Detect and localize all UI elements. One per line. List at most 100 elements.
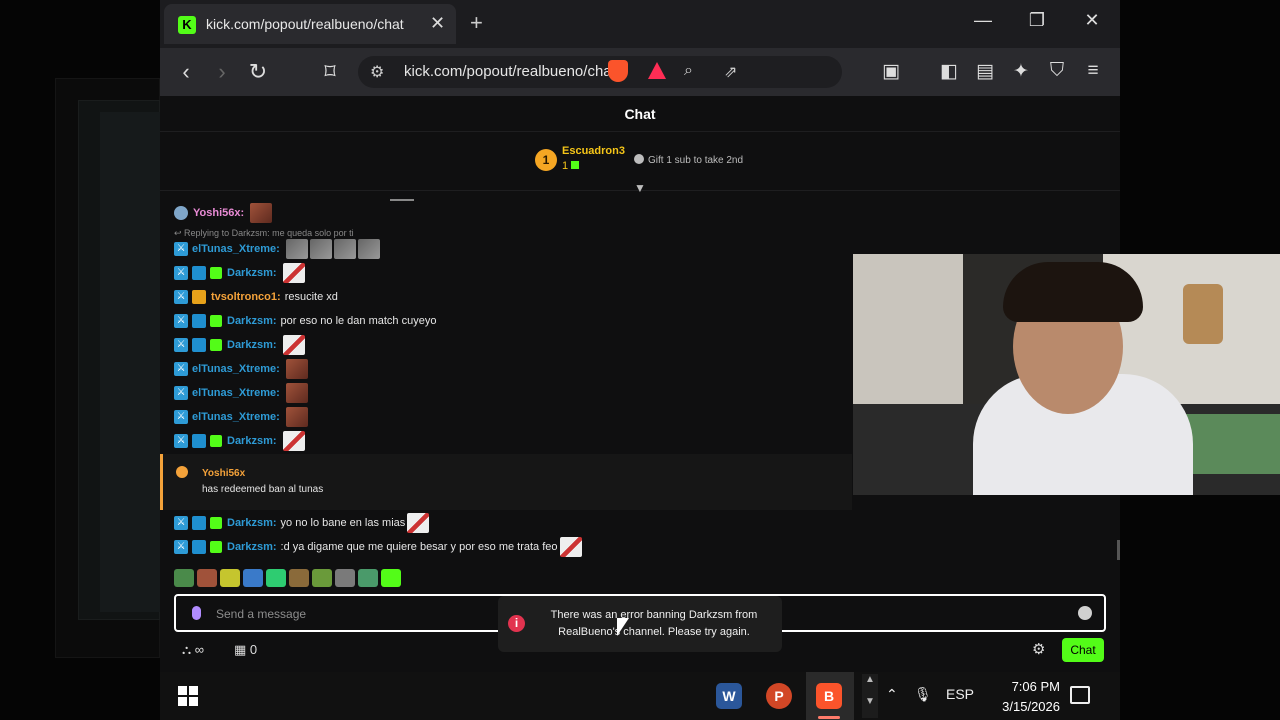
tab-title: kick.com/popout/realbueno/chat [206, 16, 404, 32]
chat-username[interactable]: Darkzsm: [227, 435, 277, 447]
moderator-badge-icon: ⚔ [174, 314, 188, 328]
windows-start-icon[interactable] [178, 686, 198, 706]
channel-points[interactable]: ⛬ ∞ [182, 642, 204, 658]
emote [282, 335, 305, 355]
forward-icon[interactable]: › [208, 60, 236, 84]
gifter-badge-icon [210, 315, 222, 327]
mouse-cursor-icon [617, 618, 629, 636]
tab-bar: K kick.com/popout/realbueno/chat ✕ + — ❐… [160, 0, 1120, 48]
leaderboard-count: 1 [562, 160, 580, 172]
chat-message-text: resucite xd [284, 291, 338, 303]
emote-button[interactable] [266, 569, 286, 587]
chat-message-text: yo no lo bane en las mias [280, 517, 406, 529]
emote-picker-icon[interactable] [1078, 606, 1092, 620]
zoom-icon[interactable]: ⌕ [684, 62, 693, 80]
emote-button[interactable] [358, 569, 378, 587]
chat-settings-icon[interactable]: ⚙ [1032, 640, 1045, 658]
brave-rewards-icon[interactable] [648, 62, 666, 79]
word-icon[interactable]: W [716, 683, 742, 709]
chat-username[interactable]: elTunas_Xtreme: [192, 363, 280, 375]
chat-username[interactable]: Darkzsm: [227, 517, 277, 529]
sidebar-icon[interactable]: ◧ [936, 60, 962, 83]
redeem-text: has redeemed ban al tunas [202, 484, 324, 495]
language-indicator[interactable]: ESP [946, 686, 974, 702]
back-icon[interactable]: ‹ [172, 60, 200, 84]
chat-username[interactable]: elTunas_Xtreme: [192, 243, 280, 255]
emote-button[interactable] [220, 569, 240, 587]
send-chat-button[interactable]: Chat [1062, 638, 1104, 662]
chat-message: ⚔ Darkzsm: por eso no le dan match cuyeyo [174, 311, 436, 331]
share-icon[interactable]: ⇗ [724, 62, 737, 82]
redeem-notice: Yoshi56x has redeemed ban al tunas [160, 454, 852, 510]
chat-username[interactable]: Darkzsm: [227, 267, 277, 279]
emote-button[interactable] [243, 569, 263, 587]
emote [309, 239, 332, 259]
moderator-badge-icon: ⚔ [174, 386, 188, 400]
emote [282, 263, 305, 283]
founder-badge-icon [174, 206, 188, 220]
chat-username[interactable]: Darkzsm: [227, 339, 277, 351]
emote-button[interactable] [335, 569, 355, 587]
emote-button[interactable] [289, 569, 309, 587]
tray-overflow-icon[interactable]: ⌃ [886, 686, 898, 703]
close-window-icon[interactable]: ✕ [1077, 10, 1107, 31]
taskbar-scroll[interactable]: ▲ ▼ [862, 674, 878, 718]
emote-button[interactable] [174, 569, 194, 587]
screenshot-icon[interactable]: ▣ [878, 60, 904, 83]
minimize-icon[interactable]: — [968, 10, 998, 31]
chat-username[interactable]: Darkzsm: [227, 541, 277, 553]
leaderboard-count-value: 1 [562, 160, 569, 172]
redeem-username[interactable]: Yoshi56x [202, 468, 245, 479]
chat-username[interactable]: Darkzsm: [227, 315, 277, 327]
leo-ai-icon[interactable]: ✦ [1008, 60, 1034, 83]
moderator-badge-icon: ⚔ [174, 362, 188, 376]
chat-message: ⚔ Darkzsm: [174, 263, 305, 283]
menu-icon[interactable]: ≡ [1080, 60, 1106, 82]
page-scrollbar[interactable] [1117, 540, 1120, 560]
store-value: 0 [249, 642, 258, 657]
microphone-icon[interactable]: 🎙 [914, 686, 932, 703]
chat-message-text: :d ya digame que me quiere besar y por e… [280, 541, 558, 553]
tab-close-icon[interactable]: ✕ [430, 13, 445, 34]
emote-button[interactable] [381, 569, 401, 587]
leaderboard-user[interactable]: Escuadron3 [562, 145, 625, 157]
active-tab[interactable]: K kick.com/popout/realbueno/chat ✕ [164, 4, 456, 44]
webcam-decoration [1183, 284, 1223, 344]
bookmark-icon[interactable]: ⌑ [316, 60, 344, 84]
subscriber-badge-icon [192, 314, 206, 328]
address-bar[interactable]: ⚙ kick.com/popout/realbueno/chat ⌕ ⇗ [358, 56, 842, 88]
emote [285, 407, 308, 427]
restore-icon[interactable]: ❐ [1022, 10, 1052, 31]
quick-emote-bar [174, 569, 401, 587]
emote-button[interactable] [312, 569, 332, 587]
powerpoint-icon[interactable]: P [766, 683, 792, 709]
chat-username[interactable]: Yoshi56x: [193, 207, 244, 219]
clock-time: 7:06 PM [1011, 679, 1060, 694]
system-clock[interactable]: 7:06 PM 3/15/2026 [1000, 677, 1060, 717]
gifter-badge-icon [210, 339, 222, 351]
gift-sub-prompt[interactable]: Gift 1 sub to take 2nd [634, 154, 743, 166]
moderator-badge-icon: ⚔ [174, 434, 188, 448]
chat-username[interactable]: elTunas_Xtreme: [192, 411, 280, 423]
url-text: kick.com/popout/realbueno/chat [404, 63, 616, 80]
wallet-icon[interactable]: ▤ [972, 60, 998, 83]
chat-username[interactable]: elTunas_Xtreme: [192, 387, 280, 399]
brave-shields-icon[interactable] [608, 60, 628, 82]
points-icon: ⛬ [182, 642, 195, 657]
new-tab-icon[interactable]: + [470, 10, 483, 36]
notification-icon[interactable] [1070, 686, 1090, 704]
mic-icon[interactable] [192, 606, 201, 620]
vpn-icon[interactable]: ⛉ [1044, 60, 1070, 82]
emote-button[interactable] [197, 569, 217, 587]
brave-icon[interactable]: B [816, 683, 842, 709]
chat-message: ⚔ tvsoltronco1: resucite xd [174, 287, 338, 307]
reload-icon[interactable]: ↻ [244, 60, 272, 84]
store[interactable]: ▦ 0 [234, 642, 257, 658]
site-settings-icon[interactable]: ⚙ [370, 62, 384, 82]
subscriber-badge-icon [192, 338, 206, 352]
chat-username[interactable]: tvsoltronco1: [211, 291, 281, 303]
collapse-chevron-icon[interactable]: ▼ [634, 181, 646, 195]
browser-toolbar: ‹ › ↻ ⌑ ⚙ kick.com/popout/realbueno/chat… [160, 48, 1120, 96]
chat-message: ⚔ elTunas_Xtreme: [174, 407, 308, 427]
moderator-badge-icon: ⚔ [174, 516, 188, 530]
